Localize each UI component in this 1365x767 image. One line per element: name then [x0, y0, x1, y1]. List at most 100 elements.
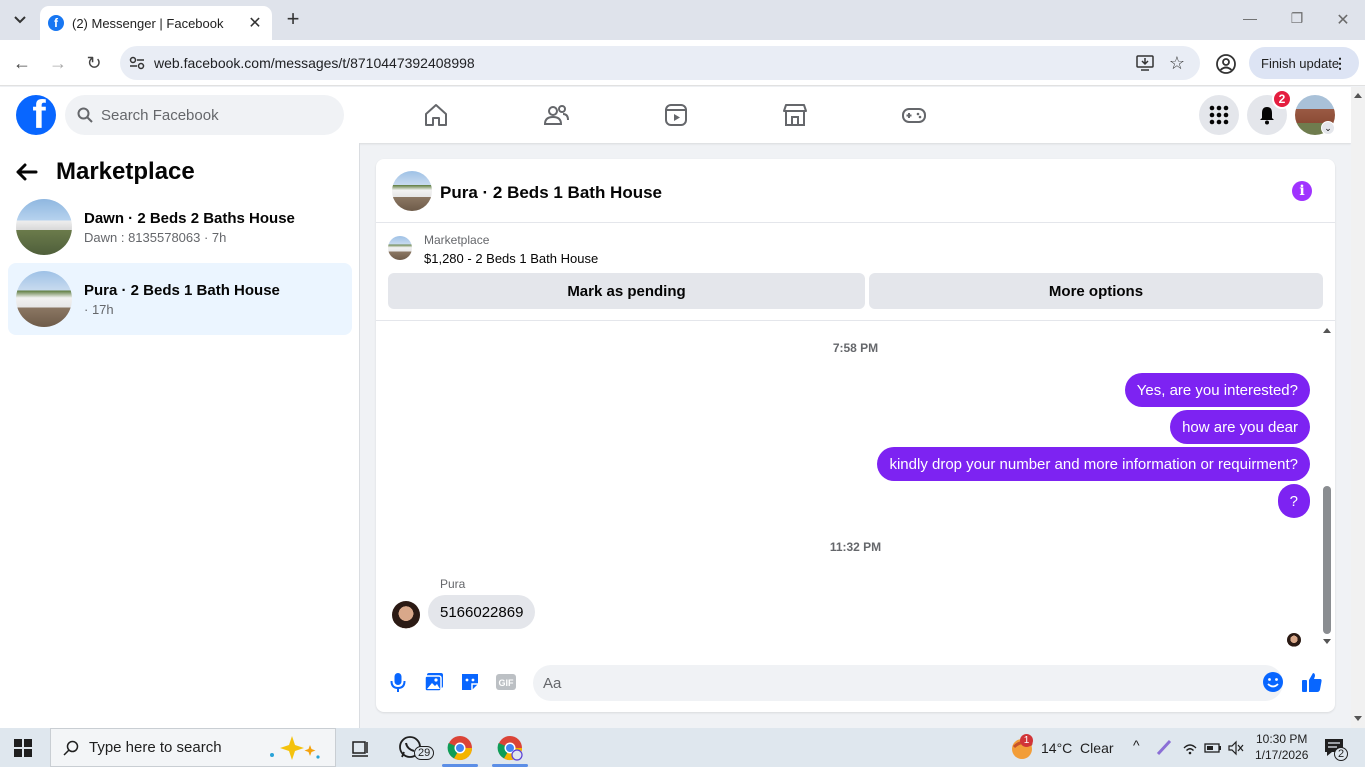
menu-grid-button[interactable]	[1199, 95, 1239, 135]
browser-tab-messenger[interactable]: f (2) Messenger | Facebook ✕	[40, 6, 272, 40]
seen-indicator-avatar	[1287, 633, 1301, 647]
page-scrollbar[interactable]	[1351, 87, 1365, 728]
sent-message[interactable]: how are you dear	[1170, 410, 1310, 444]
chat-scrollbar[interactable]	[1320, 321, 1335, 651]
chat-header: Pura · 2 Beds 1 Bath House i	[376, 159, 1335, 223]
watch-icon[interactable]	[662, 101, 690, 129]
mark-as-pending-button[interactable]: Mark as pending	[388, 273, 865, 309]
facebook-logo-icon[interactable]: f	[16, 95, 56, 135]
gaming-icon[interactable]	[900, 101, 928, 129]
account-chevron-icon[interactable]: ⌄	[1321, 121, 1335, 135]
conversation-item-pura[interactable]: Pura · 2 Beds 1 Bath House · 17h	[8, 263, 352, 335]
restore-icon[interactable]: ❐	[1287, 10, 1307, 27]
photo-icon[interactable]	[423, 671, 445, 693]
chat-scrollbar-thumb[interactable]	[1323, 486, 1331, 634]
site-info-icon[interactable]	[120, 56, 154, 70]
notification-badge: 2	[1272, 89, 1292, 109]
finish-update-label: Finish update	[1261, 55, 1340, 71]
received-message[interactable]: 5166022869	[428, 595, 536, 629]
weather-text[interactable]: 14°C Clear	[1041, 740, 1114, 756]
back-arrow-icon[interactable]	[16, 157, 48, 187]
facebook-header: f Search Facebook 2 ⌄	[0, 87, 1351, 143]
copilot-sparkle-icon	[269, 735, 320, 760]
sent-message[interactable]: Yes, are you interested?	[1124, 373, 1310, 407]
svg-text:GIF: GIF	[499, 678, 515, 688]
grid-icon	[1209, 105, 1229, 125]
weather-badge: 1	[1020, 734, 1033, 747]
marketplace-icon[interactable]	[781, 101, 809, 129]
taskbar-search-placeholder: Type here to search	[89, 739, 222, 756]
chevron-down-icon	[14, 16, 26, 24]
listing-price[interactable]: $1,280 - 2 Beds 1 Bath House	[424, 251, 598, 266]
notification-center-badge: 2	[1334, 747, 1349, 761]
install-app-icon[interactable]	[1132, 46, 1158, 80]
close-window-icon[interactable]: ✕	[1333, 10, 1353, 30]
home-icon[interactable]	[422, 101, 450, 129]
info-icon[interactable]: i	[1292, 181, 1312, 201]
whatsapp-badge: 29	[414, 746, 435, 760]
chat-title[interactable]: Pura · 2 Beds 1 Bath House	[440, 183, 662, 203]
show-hidden-icons-chevron-icon[interactable]: ^	[1133, 737, 1140, 753]
conversation-title: Dawn · 2 Beds 2 Baths House	[84, 209, 295, 227]
gif-icon[interactable]: GIF	[495, 671, 517, 693]
close-tab-icon[interactable]: ✕	[246, 13, 264, 33]
chrome-profile-icon[interactable]	[496, 734, 524, 762]
conversation-item-dawn[interactable]: Dawn · 2 Beds 2 Baths House Dawn : 81355…	[8, 191, 352, 263]
address-bar-row: ← → ↻ web.facebook.com/messages/t/871044…	[0, 40, 1365, 86]
sticker-icon[interactable]	[459, 671, 481, 693]
sender-name: Pura	[440, 577, 466, 591]
more-options-button[interactable]: More options	[869, 273, 1323, 309]
message-input[interactable]: Aa	[533, 665, 1283, 701]
tab-title: (2) Messenger | Facebook	[72, 15, 224, 31]
browser-tabstrip: f (2) Messenger | Facebook ✕ + — ❐ ✕	[0, 0, 1365, 40]
reload-icon[interactable]: ↻	[83, 52, 105, 74]
sender-avatar[interactable]	[392, 601, 420, 629]
network-icon[interactable]	[1182, 740, 1198, 756]
chrome-icon[interactable]	[446, 734, 474, 762]
search-icon	[63, 740, 79, 756]
facebook-favicon-icon: f	[48, 15, 64, 31]
forward-icon[interactable]: →	[47, 52, 69, 74]
chat-avatar[interactable]	[392, 171, 432, 211]
url-field[interactable]: web.facebook.com/messages/t/871044739240…	[120, 46, 1200, 80]
facebook-search-input[interactable]: Search Facebook	[65, 95, 344, 135]
browser-profile-icon[interactable]	[1214, 52, 1238, 76]
battery-icon[interactable]	[1204, 740, 1222, 756]
message-composer: GIF Aa	[376, 659, 1335, 707]
message-timestamp: 11:32 PM	[829, 540, 882, 554]
conversation-thumbnail	[16, 271, 72, 327]
message-input-placeholder: Aa	[543, 674, 562, 692]
bookmark-star-icon[interactable]: ☆	[1164, 46, 1190, 80]
minimize-icon[interactable]: —	[1240, 10, 1260, 26]
browser-menu-icon[interactable]: ⋮	[1333, 55, 1347, 71]
sent-message[interactable]: kindly drop your number and more informa…	[877, 447, 1310, 481]
microphone-icon[interactable]	[387, 671, 409, 693]
windows-start-icon[interactable]	[14, 739, 32, 757]
search-icon	[77, 107, 93, 123]
tab-search-button[interactable]	[6, 6, 34, 34]
new-tab-button[interactable]: +	[282, 8, 304, 30]
task-view-icon[interactable]	[346, 734, 374, 762]
conversation-subtitle: Dawn : 8135578063 · 7h	[84, 229, 227, 245]
back-icon[interactable]: ←	[11, 52, 33, 74]
clock-time: 10:30 PM	[1256, 732, 1308, 746]
search-placeholder: Search Facebook	[101, 106, 219, 124]
pen-icon[interactable]	[1156, 738, 1174, 756]
message-timestamp: 7:58 PM	[832, 341, 879, 355]
friends-icon[interactable]	[542, 101, 570, 129]
thumbs-up-icon[interactable]	[1301, 671, 1323, 693]
url-text: web.facebook.com/messages/t/871044739240…	[154, 55, 475, 71]
listing-banner: Marketplace $1,280 - 2 Beds 1 Bath House…	[376, 223, 1335, 321]
taskbar-search-box[interactable]: Type here to search	[50, 728, 336, 767]
sidebar-header: Marketplace	[16, 157, 195, 187]
sidebar-title: Marketplace	[56, 158, 195, 185]
finish-update-button[interactable]: Finish update ⋮	[1249, 47, 1359, 79]
message-list: 7:58 PM Yes, are you interested? how are…	[376, 321, 1335, 651]
sent-message[interactable]: ?	[1277, 484, 1310, 518]
chat-panel: Pura · 2 Beds 1 Bath House i Marketplace…	[376, 159, 1335, 712]
listing-thumbnail[interactable]	[388, 236, 412, 260]
volume-muted-icon[interactable]	[1228, 740, 1244, 756]
emoji-icon[interactable]	[1262, 671, 1284, 693]
system-clock[interactable]: 10:30 PM 1/17/2026	[1255, 731, 1308, 763]
listing-label: Marketplace	[424, 233, 490, 247]
